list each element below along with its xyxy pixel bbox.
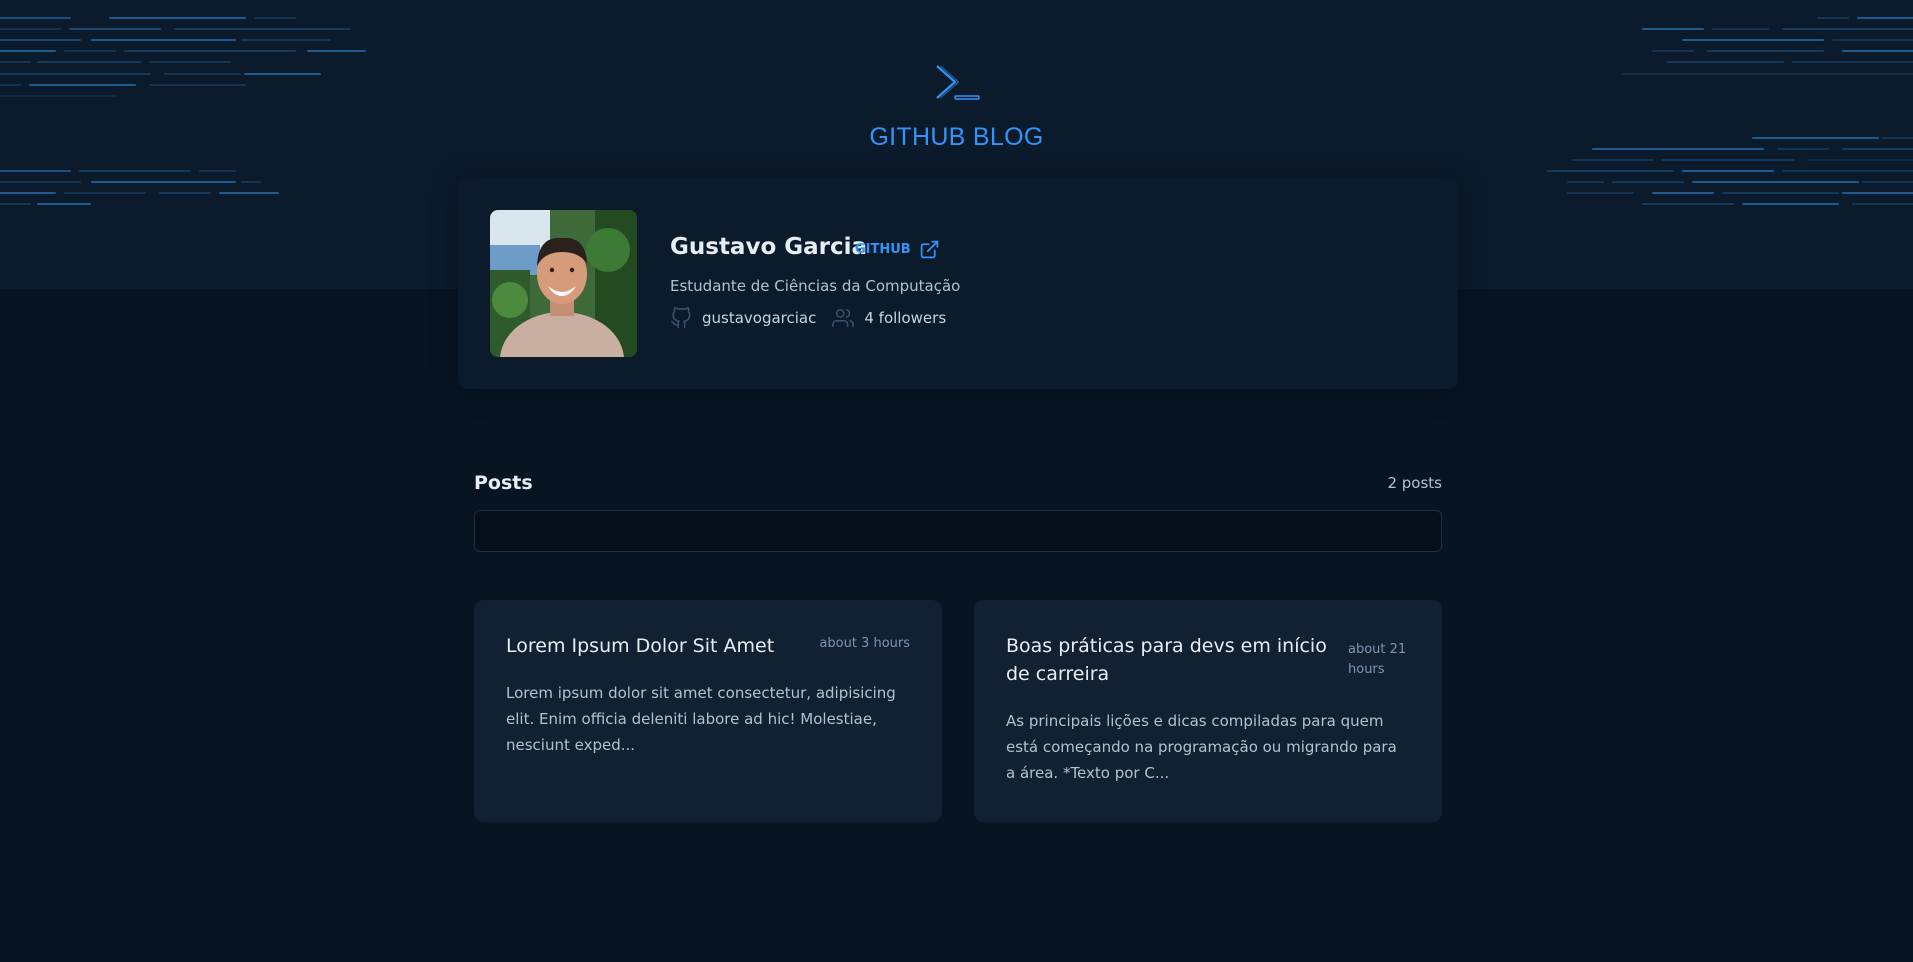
posts-count: 2 posts <box>1387 474 1442 492</box>
external-link-icon <box>920 240 938 259</box>
search-input[interactable] <box>474 510 1442 552</box>
profile-card: Gustavo Garcia GITHUB Estudante de Ciênc… <box>458 178 1458 389</box>
github-profile-link[interactable]: GITHUB <box>855 239 940 260</box>
post-time: about 21 hours <box>1348 642 1407 677</box>
followers-text: 4 followers <box>864 309 947 327</box>
avatar <box>490 210 637 357</box>
username-text: gustavogarciac <box>702 309 817 327</box>
profile-username: gustavogarciac <box>670 307 816 329</box>
post-title: Lorem Ipsum Dolor Sit Amet <box>506 635 775 657</box>
github-link-label: GITHUB <box>855 242 911 257</box>
posts-title: Posts <box>474 472 533 494</box>
post-excerpt: Lorem ipsum dolor sit amet consectetur, … <box>506 684 896 754</box>
post-excerpt: As principais lições e dicas compiladas … <box>1006 712 1397 782</box>
post-card[interactable]: Lorem Ipsum Dolor Sit Amet about 3 hours… <box>474 600 942 822</box>
github-icon <box>671 307 691 328</box>
users-icon <box>832 308 855 328</box>
site-logo: GITHUB BLOG <box>0 62 1913 152</box>
post-time: about 3 hours <box>819 636 910 651</box>
profile-followers: 4 followers <box>832 307 946 329</box>
posts-header: Posts 2 posts <box>474 472 1442 494</box>
site-title: GITHUB BLOG <box>869 123 1044 151</box>
post-card[interactable]: Boas práticas para devs em início de car… <box>974 600 1442 822</box>
terminal-prompt-icon <box>935 65 980 100</box>
post-title: Boas práticas para devs em início de car… <box>1006 635 1327 685</box>
profile-meta: gustavogarciac 4 followers <box>670 307 946 329</box>
profile-photo <box>490 210 637 357</box>
profile-name: Gustavo Garcia <box>670 234 868 260</box>
profile-bio: Estudante de Ciências da Computação <box>670 277 961 295</box>
